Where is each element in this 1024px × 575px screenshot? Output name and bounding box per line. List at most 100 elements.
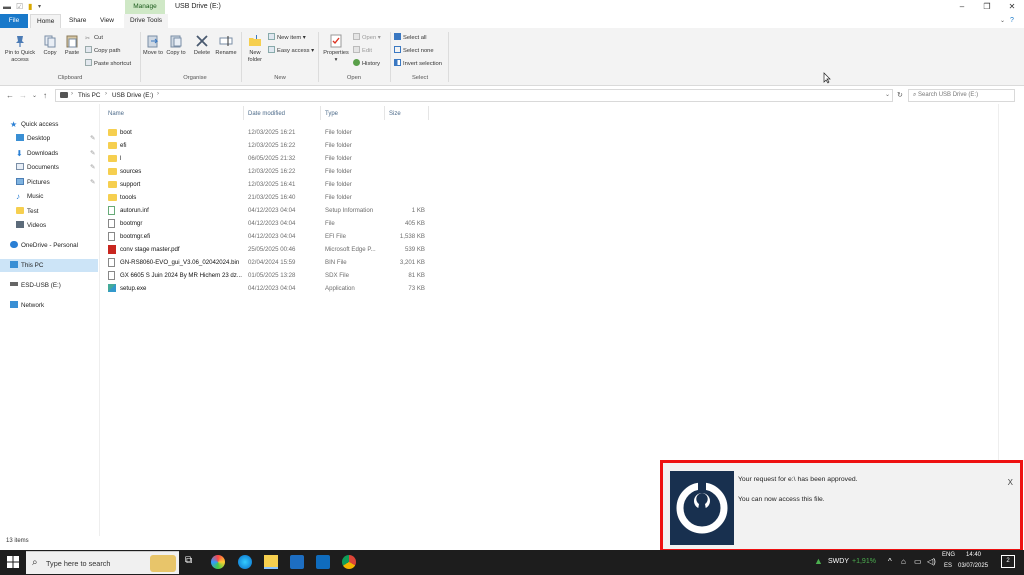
stock-chart-icon: ▲ [814, 556, 823, 566]
file-row[interactable]: toools 21/03/2025 16:40 File folder [104, 191, 429, 204]
file-row[interactable]: autorun.inf 04/12/2023 04:04 Setup Informa… [104, 204, 429, 217]
qa-dropdown-icon[interactable]: ▾ [38, 3, 41, 10]
delete-button[interactable]: Delete [191, 34, 213, 57]
file-size: 3,201 KB [399, 259, 425, 266]
app-menu-icon[interactable]: ▬ [3, 2, 11, 11]
display-icon[interactable]: ▭ [914, 557, 922, 566]
tray-chevron-up-icon[interactable]: ^ [888, 557, 892, 566]
select-all-button[interactable]: Select all [394, 33, 427, 42]
address-dropdown-icon[interactable]: ⌄ [885, 91, 890, 98]
windows-start-icon[interactable] [6, 555, 20, 569]
copy-path-label: Copy path [94, 48, 121, 54]
move-to-button[interactable]: Move to [143, 34, 163, 57]
new-folder-qa-icon[interactable]: ▮ [28, 2, 32, 11]
refresh-icon[interactable]: ↻ [897, 91, 903, 99]
open-button[interactable]: Open ▾ [353, 33, 381, 42]
collapse-ribbon-icon[interactable]: ⌄ [994, 14, 1011, 28]
paste-button[interactable]: Paste [62, 34, 82, 57]
invert-selection-button[interactable]: Invert selection [394, 59, 442, 68]
minimize-button[interactable]: – [950, 1, 974, 13]
forward-arrow-icon[interactable]: → [19, 91, 27, 100]
maximize-button[interactable]: ❐ [975, 1, 999, 13]
rename-button[interactable]: Rename [214, 34, 238, 57]
file-row[interactable]: GN-RS8060-EVO_gui_V3.06_02042024.bin 02/0… [104, 256, 429, 269]
store-icon[interactable] [290, 555, 304, 569]
access-approved-notification[interactable]: Your request for e:\ has been approved. … [660, 460, 1023, 552]
select-none-button[interactable]: Select none [394, 46, 434, 55]
file-type: File folder [325, 155, 352, 162]
search-input[interactable]: ⌕ Search USB Drive (E:) [908, 89, 1015, 102]
nav-quick-access[interactable]: ★ Quick access [10, 118, 108, 131]
file-row[interactable]: GX 6605 S Juin 2024 By MR Hichem 23 dz..… [104, 269, 429, 282]
column-header-type[interactable]: Type [325, 111, 338, 117]
file-row[interactable]: sources 12/03/2025 16:22 File folder [104, 165, 429, 178]
cut-button[interactable]: ✂ Cut [85, 34, 103, 43]
tab-drive-tools[interactable]: Drive Tools [124, 14, 169, 28]
file-row[interactable]: support 12/03/2025 16:41 File folder [104, 178, 429, 191]
edge-browser-icon[interactable] [238, 555, 252, 569]
address-bar[interactable]: › This PC › USB Drive (E:) › ⌄ [55, 89, 893, 102]
stock-name[interactable]: SWDY [828, 558, 849, 565]
properties-button[interactable]: Properties ▾ [321, 34, 351, 63]
setup-exe-icon [108, 284, 116, 292]
group-divider [390, 32, 391, 82]
folder-icon [108, 194, 117, 201]
file-row[interactable]: setup.exe 04/12/2023 04:04 Application 73 K… [104, 282, 429, 295]
copy-button[interactable]: Copy [40, 34, 60, 57]
close-button[interactable]: ✕ [1000, 1, 1024, 13]
copilot-icon[interactable] [211, 555, 225, 569]
clock-date[interactable]: 03/07/2025 [958, 563, 988, 569]
file-type: EFI File [325, 233, 346, 240]
pin-quick-access-button[interactable]: Pin to Quick access [2, 34, 38, 63]
file-row[interactable]: bootmgr.efi 04/12/2023 04:04 EFI File 1,538… [104, 230, 429, 243]
column-header-name[interactable]: Name [108, 111, 124, 117]
easy-access-button[interactable]: Easy access ▾ [268, 46, 314, 55]
nav-onedrive[interactable]: OneDrive - Personal [10, 239, 108, 252]
recent-locations-icon[interactable]: ⌄ [32, 92, 37, 99]
new-item-button[interactable]: New item ▾ [268, 33, 306, 42]
chrome-icon[interactable] [342, 555, 356, 569]
stock-change[interactable]: +1,91% [852, 558, 876, 565]
tab-view[interactable]: View [94, 14, 120, 28]
notification-close-button[interactable]: X [1008, 478, 1013, 487]
file-row[interactable]: conv stage master.pdf 25/05/2025 00:46 Mic… [104, 243, 429, 256]
language-secondary[interactable]: ES [944, 563, 952, 569]
nav-this-pc[interactable]: This PC [0, 259, 98, 272]
nav-esd-usb[interactable]: ESD-USB (E:) [10, 279, 108, 292]
notification-center-icon[interactable]: 2 [1001, 555, 1015, 568]
copy-to-button[interactable]: Copy to [166, 34, 186, 57]
search-icon: ⌕ [913, 92, 917, 98]
task-view-icon[interactable]: ⧉ [185, 555, 199, 569]
select-group-label: Select [411, 75, 429, 81]
clock-time[interactable]: 14:40 [966, 552, 981, 558]
tab-file[interactable]: File [0, 14, 28, 28]
edit-button[interactable]: Edit [353, 46, 372, 55]
manage-tab[interactable]: Manage [125, 0, 165, 14]
history-button[interactable]: History [353, 59, 380, 68]
paste-shortcut-button[interactable]: Paste shortcut [85, 59, 131, 68]
taskbar-search-input[interactable]: ⌕ Type here to search [26, 551, 179, 574]
outlook-icon[interactable] [316, 555, 330, 569]
file-row[interactable]: bootmgr 04/12/2023 04:04 File 405 KB [104, 217, 429, 230]
up-arrow-icon[interactable]: ↑ [43, 91, 47, 100]
language-primary[interactable]: ENG [942, 552, 955, 558]
file-row[interactable]: boot 12/03/2025 16:21 File folder [104, 126, 429, 139]
breadcrumb-usb-drive[interactable]: USB Drive (E:) [112, 92, 153, 99]
tab-share[interactable]: Share [63, 14, 92, 28]
network-icon[interactable]: ⌂ [901, 557, 906, 566]
file-row[interactable]: efi 12/03/2025 16:22 File folder [104, 139, 429, 152]
nav-network[interactable]: Network [10, 299, 108, 312]
back-arrow-icon[interactable]: ← [6, 91, 14, 100]
column-header-size[interactable]: Size [389, 111, 401, 117]
properties-check-icon [330, 34, 342, 48]
copy-path-button[interactable]: Copy path [85, 46, 120, 55]
volume-icon[interactable]: ◁) [927, 557, 936, 566]
edit-icon [353, 46, 360, 53]
new-folder-button[interactable]: New folder [244, 34, 266, 63]
breadcrumb-this-pc[interactable]: This PC [78, 92, 100, 99]
column-header-date[interactable]: Date modified [248, 111, 285, 117]
properties-qa-icon[interactable]: ☑ [16, 2, 23, 11]
file-row[interactable]: l 06/05/2025 21:32 File folder [104, 152, 429, 165]
tab-home[interactable]: Home [30, 14, 62, 28]
file-explorer-icon[interactable] [264, 555, 278, 569]
